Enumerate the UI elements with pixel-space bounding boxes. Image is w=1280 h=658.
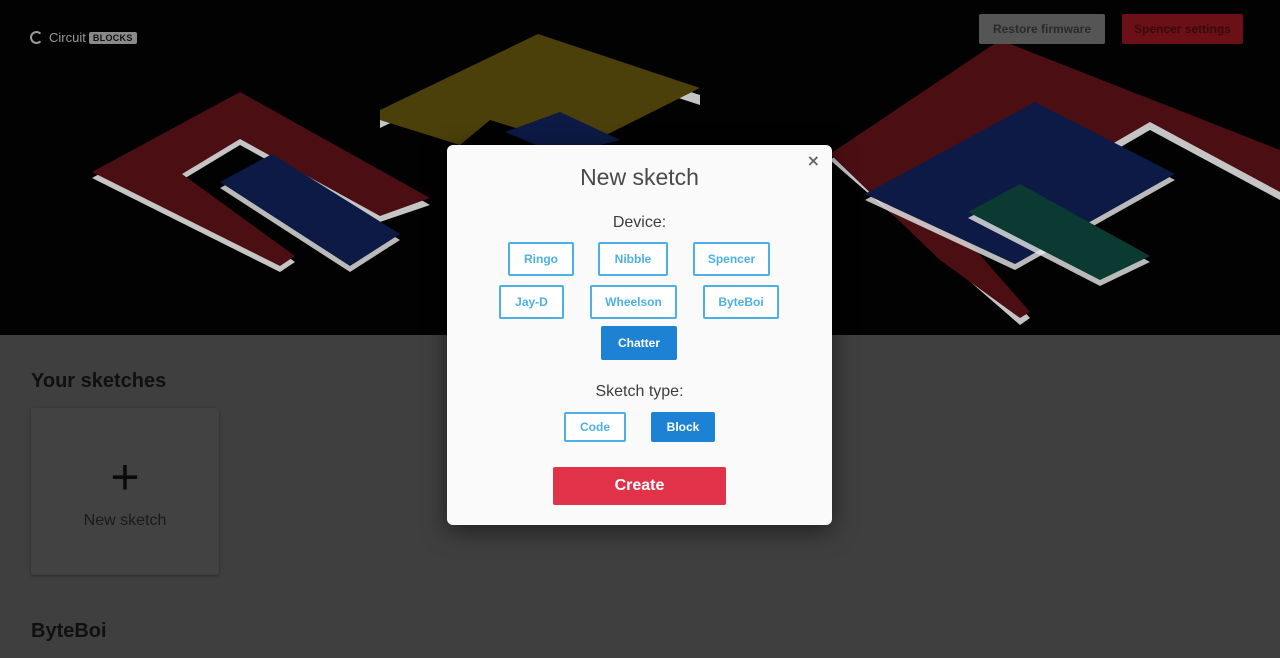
device-label: Device: <box>612 214 667 231</box>
sketch-type-label: Sketch type: <box>595 383 684 400</box>
device-option-chatter[interactable]: Chatter <box>601 326 677 360</box>
modal-overlay[interactable]: × New sketch Device: Ringo Nibble Spence… <box>0 0 1280 658</box>
modal-title: New sketch <box>580 164 699 190</box>
device-option-spencer[interactable]: Spencer <box>693 242 770 276</box>
create-button[interactable]: Create <box>553 467 726 505</box>
device-option-ringo[interactable]: Ringo <box>508 242 574 276</box>
device-option-nibble[interactable]: Nibble <box>598 242 668 276</box>
device-option-byteboi[interactable]: ByteBoi <box>703 285 779 319</box>
sketch-type-code[interactable]: Code <box>564 412 626 442</box>
device-option-wheelson[interactable]: Wheelson <box>590 285 677 319</box>
device-option-jay-d[interactable]: Jay-D <box>499 285 564 319</box>
sketch-type-block[interactable]: Block <box>651 412 715 442</box>
new-sketch-modal: × New sketch Device: Ringo Nibble Spence… <box>447 145 832 525</box>
